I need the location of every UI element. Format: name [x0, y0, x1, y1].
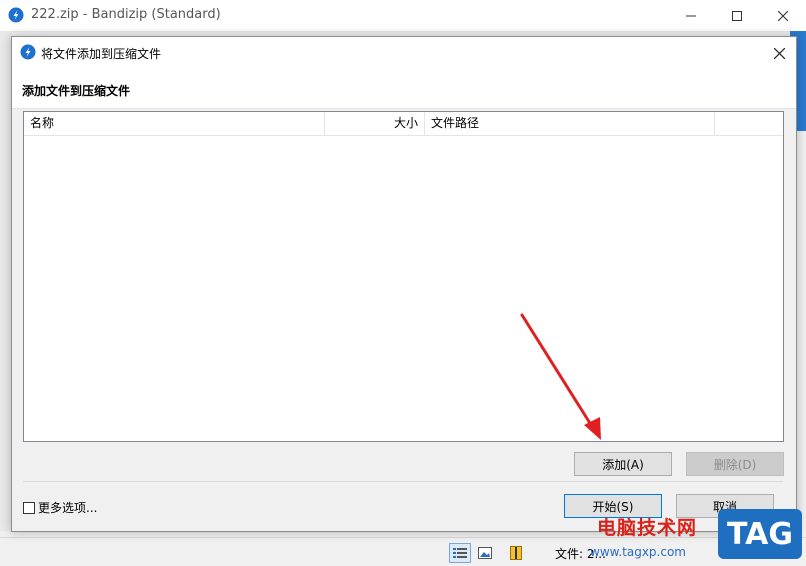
- close-icon: [773, 47, 785, 59]
- dialog-header: 添加文件到压缩文件: [12, 68, 796, 109]
- column-header-size[interactable]: 大小: [325, 112, 425, 135]
- delete-button[interactable]: 删除(D): [686, 452, 784, 476]
- checkbox-box[interactable]: [23, 501, 35, 514]
- dialog-titlebar: 将文件添加到压缩文件: [12, 37, 796, 68]
- tag-logo: TAG: [718, 509, 802, 559]
- column-header-path[interactable]: 文件路径: [425, 112, 715, 135]
- watermark-url: www.tagxp.com: [590, 545, 686, 559]
- file-list-header: 名称 大小 文件路径: [24, 112, 783, 136]
- close-window-button[interactable]: [760, 0, 806, 31]
- more-options-label: 更多选项...: [38, 501, 98, 515]
- image-view-icon: [478, 547, 492, 559]
- dialog-title: 将文件添加到压缩文件: [41, 47, 162, 61]
- add-files-dialog: 将文件添加到压缩文件 添加文件到压缩文件 名称 大小 文件路径 添加(A) 删除…: [11, 36, 797, 532]
- divider: [23, 481, 783, 482]
- more-options-checkbox[interactable]: 更多选项...: [23, 499, 97, 516]
- add-button[interactable]: 添加(A): [574, 452, 672, 476]
- file-list[interactable]: 名称 大小 文件路径: [23, 111, 784, 442]
- archive-info-button[interactable]: [505, 543, 527, 563]
- archive-icon: [510, 546, 522, 560]
- column-header-extra: [715, 112, 783, 135]
- bandizip-app-icon: [8, 7, 24, 23]
- dialog-heading: 添加文件到压缩文件: [22, 84, 131, 98]
- maximize-icon: [732, 10, 742, 21]
- minimize-icon: [686, 15, 696, 16]
- bandizip-dialog-icon: [20, 44, 36, 60]
- watermark-text: 电脑技术网: [597, 517, 698, 539]
- preview-view-button[interactable]: [474, 543, 496, 563]
- window-title: 222.zip - Bandizip (Standard): [31, 7, 221, 22]
- details-view-button[interactable]: [449, 543, 471, 563]
- minimize-button[interactable]: [668, 0, 714, 31]
- column-header-name[interactable]: 名称: [24, 112, 325, 135]
- dialog-close-button[interactable]: [766, 40, 792, 66]
- details-view-icon: [453, 548, 467, 558]
- close-icon: [778, 10, 788, 21]
- maximize-button[interactable]: [714, 0, 760, 31]
- main-titlebar: 222.zip - Bandizip (Standard): [0, 0, 806, 32]
